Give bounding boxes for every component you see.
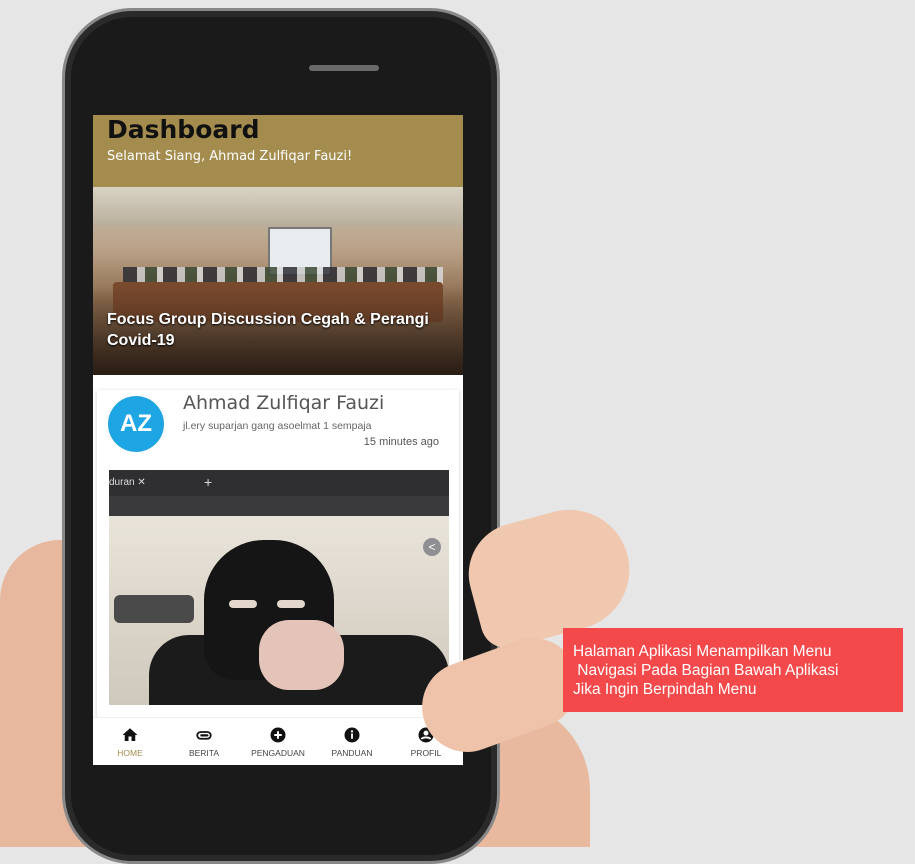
nav-label-berita: BERITA: [188, 748, 220, 758]
page-title: Dashboard: [107, 115, 260, 144]
speaker-grille: [309, 65, 379, 71]
banner-title: Focus Group Discussion Cegah & Perangi C…: [107, 311, 429, 349]
image-figure-eye: [277, 600, 305, 608]
app-screen: Dashboard Selamat Siang, Ahmad Zulfiqar …: [93, 115, 463, 765]
bottom-navigation: HOME BERITA PENGADUAN PANDUAN PROFIL: [93, 717, 463, 765]
banner-photo-ceiling: [93, 187, 463, 227]
annotation-callout: Halaman Aplikasi Menampilkan Menu Naviga…: [563, 628, 903, 712]
post-image[interactable]: duran ✕ + <: [109, 470, 449, 705]
info-circle-icon: [343, 726, 361, 744]
post-author: Ahmad Zulfiqar Fauzi: [183, 392, 385, 414]
plus-circle-icon: [269, 726, 287, 744]
nav-item-pengaduan[interactable]: PENGADUAN: [241, 718, 315, 765]
avatar: AZ: [108, 396, 164, 452]
image-browser-tabbar: duran ✕ +: [109, 470, 449, 496]
greeting-text: Selamat Siang, Ahmad Zulfiqar Fauzi!: [107, 149, 353, 164]
image-browser-tab: duran ✕: [109, 477, 146, 488]
nav-item-berita[interactable]: BERITA: [167, 718, 241, 765]
news-banner[interactable]: Focus Group Discussion Cegah & Perangi C…: [93, 187, 463, 375]
nav-label-pengaduan: PENGADUAN: [251, 748, 305, 758]
nav-label-profil: PROFIL: [410, 748, 442, 758]
image-plus-icon: +: [204, 474, 213, 490]
image-gun: [114, 595, 194, 623]
post-card[interactable]: AZ Ahmad Zulfiqar Fauzi jl.ery suparjan …: [97, 390, 459, 730]
dashboard-header: Dashboard Selamat Siang, Ahmad Zulfiqar …: [93, 115, 463, 187]
image-figure-eye: [229, 600, 257, 608]
nav-label-home: HOME: [117, 748, 143, 758]
image-hand: [259, 620, 344, 690]
paperclip-icon: [195, 726, 213, 744]
post-timestamp: 15 minutes ago: [363, 436, 439, 448]
chevron-left-icon: <: [423, 538, 441, 556]
nav-item-panduan[interactable]: PANDUAN: [315, 718, 389, 765]
home-icon: [121, 726, 139, 744]
post-address: jl.ery suparjan gang asoelmat 1 sempaja: [183, 420, 372, 432]
image-browser-urlbar: [109, 496, 449, 516]
nav-label-panduan: PANDUAN: [331, 748, 373, 758]
nav-item-home[interactable]: HOME: [93, 718, 167, 765]
